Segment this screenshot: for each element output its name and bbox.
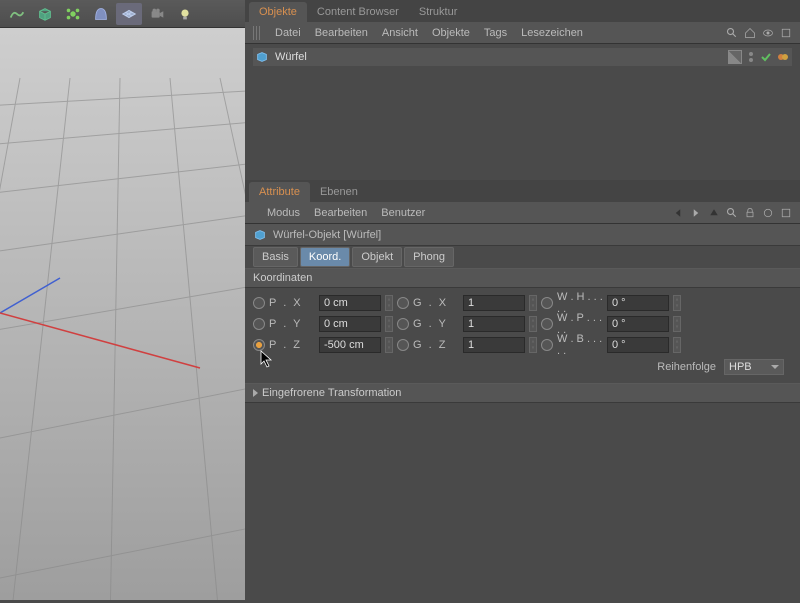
input-gy[interactable]: 1: [463, 316, 525, 332]
search-icon[interactable]: [726, 207, 738, 219]
tool-generator[interactable]: [60, 3, 86, 25]
coordinates-grid: P . X0 cm G . X1 W . H . . . . .0 ° P . …: [245, 288, 800, 383]
input-wp[interactable]: 0 °: [607, 316, 669, 332]
tool-freehand[interactable]: [4, 3, 30, 25]
object-manager-menu: Datei Bearbeiten Ansicht Objekte Tags Le…: [245, 22, 800, 44]
attribute-subtabs: Basis Koord. Objekt Phong: [245, 246, 800, 268]
check-icon[interactable]: [760, 51, 772, 63]
tool-deformer[interactable]: [88, 3, 114, 25]
home-icon[interactable]: [744, 27, 756, 39]
menu-user[interactable]: Benutzer: [381, 207, 425, 219]
input-gx[interactable]: 1: [463, 295, 525, 311]
tool-floor[interactable]: [116, 3, 142, 25]
coord-row-z: P . Z-500 cm G . Z1 W . B . . . . .0 °: [253, 334, 792, 355]
input-wh[interactable]: 0 °: [607, 295, 669, 311]
expand-icon[interactable]: [780, 207, 792, 219]
coord-row-y: P . Y0 cm G . Y1 W . P . . . . .0 °: [253, 313, 792, 334]
attribute-title: Würfel-Objekt [Würfel]: [273, 229, 381, 241]
subtab-basis[interactable]: Basis: [253, 247, 298, 267]
tab-content-browser[interactable]: Content Browser: [307, 2, 409, 22]
cube-icon: [253, 228, 267, 242]
key-gx[interactable]: [397, 297, 409, 309]
attribute-menu: Modus Bearbeiten Benutzer: [245, 202, 800, 224]
coord-row-x: P . X0 cm G . X1 W . H . . . . .0 °: [253, 292, 792, 313]
tool-camera[interactable]: [144, 3, 170, 25]
viewport-3d[interactable]: [0, 28, 245, 600]
key-py[interactable]: [253, 318, 265, 330]
attribute-header: Würfel-Objekt [Würfel]: [245, 224, 800, 246]
triangle-icon: [253, 389, 258, 397]
section-coordinates: Koordinaten: [245, 268, 800, 288]
spinner-wb[interactable]: [673, 337, 681, 353]
menu-tags[interactable]: Tags: [484, 27, 507, 39]
spinner-gy[interactable]: [529, 316, 537, 332]
menu-mode[interactable]: Modus: [267, 207, 300, 219]
phong-tag-icon[interactable]: [776, 50, 790, 64]
frozen-transform-section[interactable]: Eingefrorene Transformation: [245, 383, 800, 403]
spinner-pz[interactable]: [385, 337, 393, 353]
rotation-order-row: Reihenfolge HPB: [253, 355, 792, 379]
eye-icon[interactable]: [762, 27, 774, 39]
spinner-wh[interactable]: [673, 295, 681, 311]
tool-cube[interactable]: [32, 3, 58, 25]
subtab-object[interactable]: Objekt: [352, 247, 402, 267]
tab-structure[interactable]: Struktur: [409, 2, 468, 22]
spinner-gz[interactable]: [529, 337, 537, 353]
menu-edit[interactable]: Bearbeiten: [315, 27, 368, 39]
search-icon[interactable]: [726, 27, 738, 39]
key-gz[interactable]: [397, 339, 409, 351]
input-pz[interactable]: -500 cm: [319, 337, 381, 353]
object-name: Würfel: [275, 51, 307, 63]
new-icon[interactable]: [762, 207, 774, 219]
spinner-py[interactable]: [385, 316, 393, 332]
menu-view[interactable]: Ansicht: [382, 27, 418, 39]
right-panel: Objekte Content Browser Struktur Datei B…: [245, 0, 800, 600]
tab-objects[interactable]: Objekte: [249, 2, 307, 22]
order-label: Reihenfolge: [657, 361, 716, 373]
tab-layers[interactable]: Ebenen: [310, 182, 368, 202]
key-wh[interactable]: [541, 297, 553, 309]
menu-bookmarks[interactable]: Lesezeichen: [521, 27, 583, 39]
menu-objects[interactable]: Objekte: [432, 27, 470, 39]
spinner-gx[interactable]: [529, 295, 537, 311]
object-row-cube[interactable]: Würfel: [253, 48, 792, 66]
object-manager-tabs: Objekte Content Browser Struktur: [245, 0, 800, 22]
key-pz[interactable]: [253, 339, 265, 351]
back-icon[interactable]: [672, 207, 684, 219]
key-gy[interactable]: [397, 318, 409, 330]
input-py[interactable]: 0 cm: [319, 316, 381, 332]
spinner-wp[interactable]: [673, 316, 681, 332]
menu-file[interactable]: Datei: [275, 27, 301, 39]
lock-icon[interactable]: [744, 207, 756, 219]
cube-icon: [255, 50, 269, 64]
order-dropdown[interactable]: HPB: [724, 359, 784, 375]
key-px[interactable]: [253, 297, 265, 309]
spinner-px[interactable]: [385, 295, 393, 311]
input-wb[interactable]: 0 °: [607, 337, 669, 353]
up-icon[interactable]: [708, 207, 720, 219]
object-tree[interactable]: Würfel: [245, 44, 800, 180]
tool-light[interactable]: [172, 3, 198, 25]
visibility-toggle[interactable]: [746, 50, 756, 64]
subtab-phong[interactable]: Phong: [404, 247, 454, 267]
tab-attributes[interactable]: Attribute: [249, 182, 310, 202]
forward-icon[interactable]: [690, 207, 702, 219]
menu-edit2[interactable]: Bearbeiten: [314, 207, 367, 219]
input-px[interactable]: 0 cm: [319, 295, 381, 311]
grip-icon[interactable]: [253, 26, 261, 40]
key-wp[interactable]: [541, 318, 553, 330]
layer-tag[interactable]: [728, 50, 742, 64]
subtab-coord[interactable]: Koord.: [300, 247, 350, 267]
key-wb[interactable]: [541, 339, 553, 351]
attribute-tabs: Attribute Ebenen: [245, 180, 800, 202]
input-gz[interactable]: 1: [463, 337, 525, 353]
expand-icon[interactable]: [780, 27, 792, 39]
